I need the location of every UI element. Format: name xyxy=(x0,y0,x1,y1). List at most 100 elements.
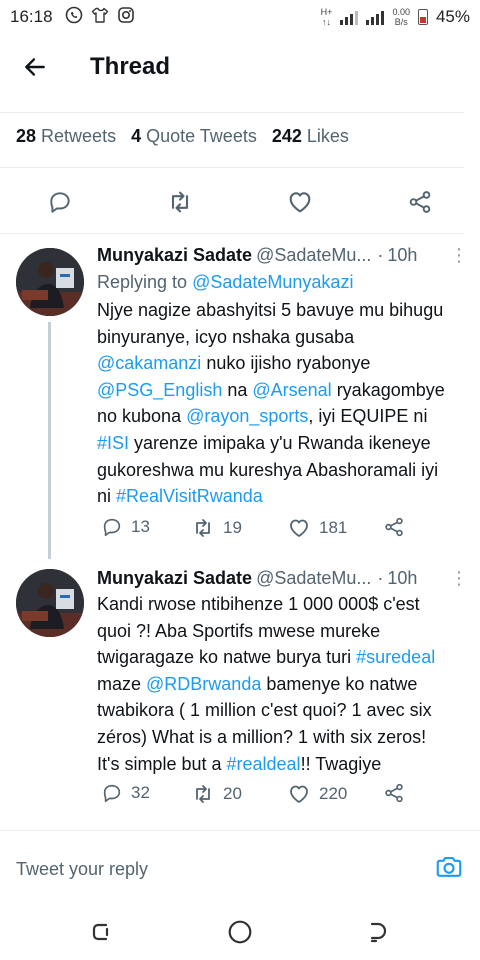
top-app-bar: Thread xyxy=(0,34,480,100)
back-nav-button[interactable] xyxy=(364,918,392,946)
avatar[interactable] xyxy=(16,248,84,316)
share-icon xyxy=(385,783,403,803)
reply-count: 32 xyxy=(131,783,150,802)
signal-icon-2 xyxy=(366,9,385,25)
author-handle[interactable]: @SadateMu... xyxy=(256,568,371,589)
text-segment: !! Twagiye xyxy=(300,753,382,774)
text-segment: nuko ijisho ryabonye xyxy=(201,353,371,374)
tweet-text-line: @cakamanzi nuko ijisho ryabonye xyxy=(97,350,467,377)
retweet-button[interactable] xyxy=(158,180,202,224)
reply-to-handle[interactable]: @SadateMunyakazi xyxy=(192,272,353,292)
text-segment: twabikora ( 1 million c'est quoi? 1 avec… xyxy=(97,700,432,721)
text-segment: It's simple but a xyxy=(97,753,227,774)
tweet-header: Munyakazi Sadate @SadateMu... · 10h ⋮ xyxy=(97,568,468,589)
like-count: 220 xyxy=(319,784,348,803)
more-options-icon[interactable]: ⋮ xyxy=(450,568,468,589)
shirt-icon xyxy=(91,6,109,29)
hashtag-link[interactable]: #RealVisitRwanda xyxy=(116,486,263,506)
retweet-icon xyxy=(196,519,210,537)
reply-button[interactable]: 32 xyxy=(101,782,150,804)
author-handle[interactable]: @SadateMu... xyxy=(256,245,371,266)
recent-apps-button[interactable] xyxy=(88,918,116,946)
tweet-text-line: quoi ?! Aba Sportifs mwese mureke xyxy=(97,618,467,645)
like-button[interactable]: 181 xyxy=(287,516,347,540)
retweet-button[interactable]: 20 xyxy=(191,782,242,806)
mention-link[interactable]: @PSG_English xyxy=(97,380,222,400)
reply-input[interactable]: Tweet your reply xyxy=(16,859,148,880)
text-segment: no kubona xyxy=(97,406,187,427)
hashtag-link[interactable]: #suredeal xyxy=(356,647,435,667)
tweet-text-line: no kubona @rayon_sports, iyi EQUIPE ni xyxy=(97,403,467,430)
tweet-text-line: It's simple but a #realdeal!! Twagiye xyxy=(97,751,467,778)
replying-to: Replying to @SadateMunyakazi xyxy=(97,272,354,292)
reply-tweet[interactable]: Munyakazi Sadate @SadateMu... · 10h ⋮ Ka… xyxy=(0,559,480,829)
text-segment: gukoreshwa mu kureshya Abashoramali iyi xyxy=(97,459,439,480)
data-speed: 0.00 B/s xyxy=(392,7,410,27)
reply-icon xyxy=(103,518,121,537)
text-segment: ryakagombye xyxy=(331,379,445,400)
reply-icon xyxy=(50,192,70,213)
text-segment: ni xyxy=(97,486,117,507)
share-button[interactable] xyxy=(383,516,405,538)
tweet-text-line: twigaragaze ko natwe burya turi #suredea… xyxy=(97,644,467,671)
divider xyxy=(0,167,464,168)
retweets-stat[interactable]: 28 Retweets xyxy=(16,126,116,147)
share-button[interactable] xyxy=(398,180,442,224)
tweet-text-line: zéros) What is a million? 1 with six zer… xyxy=(97,724,467,751)
reply-button[interactable] xyxy=(38,180,82,224)
separator-dot: · xyxy=(377,245,384,265)
retweet-count: 19 xyxy=(223,518,242,537)
tweet-time: 10h xyxy=(387,245,418,265)
text-segment: na xyxy=(222,379,253,400)
whatsapp-icon xyxy=(65,6,83,29)
camera-icon[interactable] xyxy=(434,852,464,887)
tweet-text-line: Njye nagize abashyitsi 5 bavuye mu bihug… xyxy=(97,297,467,324)
quote-tweets-stat[interactable]: 4 Quote Tweets xyxy=(131,126,257,147)
share-icon xyxy=(385,517,403,537)
avatar[interactable] xyxy=(16,569,84,637)
author-name[interactable]: Munyakazi Sadate xyxy=(97,568,252,589)
text-segment: bamenye ko natwe xyxy=(261,673,418,694)
text-segment: maze xyxy=(97,673,147,694)
like-button[interactable]: 220 xyxy=(287,782,347,806)
tweet-text-line: #ISI yarenze imipaka y'u Rwanda ikeneye xyxy=(97,430,467,457)
text-segment: quoi ?! Aba Sportifs mwese mureke xyxy=(97,620,381,641)
divider xyxy=(0,830,480,831)
reply-tweet[interactable]: Munyakazi Sadate @SadateMu... · 10h ⋮ Re… xyxy=(0,234,480,559)
tweet-text-line: binyuranye, icyo nshaka gusaba xyxy=(97,324,467,351)
share-button[interactable] xyxy=(383,782,405,804)
instagram-icon xyxy=(117,6,135,29)
home-button[interactable] xyxy=(226,918,254,946)
like-count: 181 xyxy=(319,518,348,537)
system-nav-bar xyxy=(0,900,480,960)
hashtag-link[interactable]: #realdeal xyxy=(227,754,301,774)
like-button[interactable] xyxy=(278,180,322,224)
text-segment: Njye nagize abashyitsi 5 bavuye mu bihug… xyxy=(97,300,444,320)
reply-icon xyxy=(103,784,121,803)
likes-stat[interactable]: 242 Likes xyxy=(272,126,349,147)
heart-icon xyxy=(290,785,308,803)
back-button[interactable] xyxy=(0,34,70,100)
back-nav-icon xyxy=(370,922,387,943)
tweet-header: Munyakazi Sadate @SadateMu... · 10h ⋮ xyxy=(97,245,468,266)
retweet-count: 20 xyxy=(223,784,242,803)
battery-percent: 45% xyxy=(435,7,470,26)
more-options-icon[interactable]: ⋮ xyxy=(450,245,468,266)
reply-composer[interactable]: Tweet your reply xyxy=(0,848,480,890)
author-name[interactable]: Munyakazi Sadate xyxy=(97,245,252,266)
tweet-text-line: Kandi rwose ntibihenze 1 000 000$ c'est xyxy=(97,591,467,618)
heart-icon xyxy=(290,519,308,537)
mention-link[interactable]: @cakamanzi xyxy=(97,353,201,373)
tweet-text-line: twabikora ( 1 million c'est quoi? 1 avec… xyxy=(97,697,467,724)
reply-button[interactable]: 13 xyxy=(101,516,150,538)
retweet-button[interactable]: 19 xyxy=(191,516,242,540)
hashtag-link[interactable]: #ISI xyxy=(97,433,129,453)
mention-link[interactable]: @Arsenal xyxy=(252,380,331,400)
tweet-time: 10h xyxy=(387,568,418,588)
separator-dot: · xyxy=(377,568,384,588)
tweet-stats: 28 Retweets 4 Quote Tweets 242 Likes xyxy=(16,126,349,147)
mention-link[interactable]: @RDBrwanda xyxy=(146,674,261,694)
home-icon xyxy=(228,920,252,944)
mention-link[interactable]: @rayon_sports xyxy=(186,406,308,426)
text-segment: twigaragaze ko natwe burya turi xyxy=(97,647,357,668)
